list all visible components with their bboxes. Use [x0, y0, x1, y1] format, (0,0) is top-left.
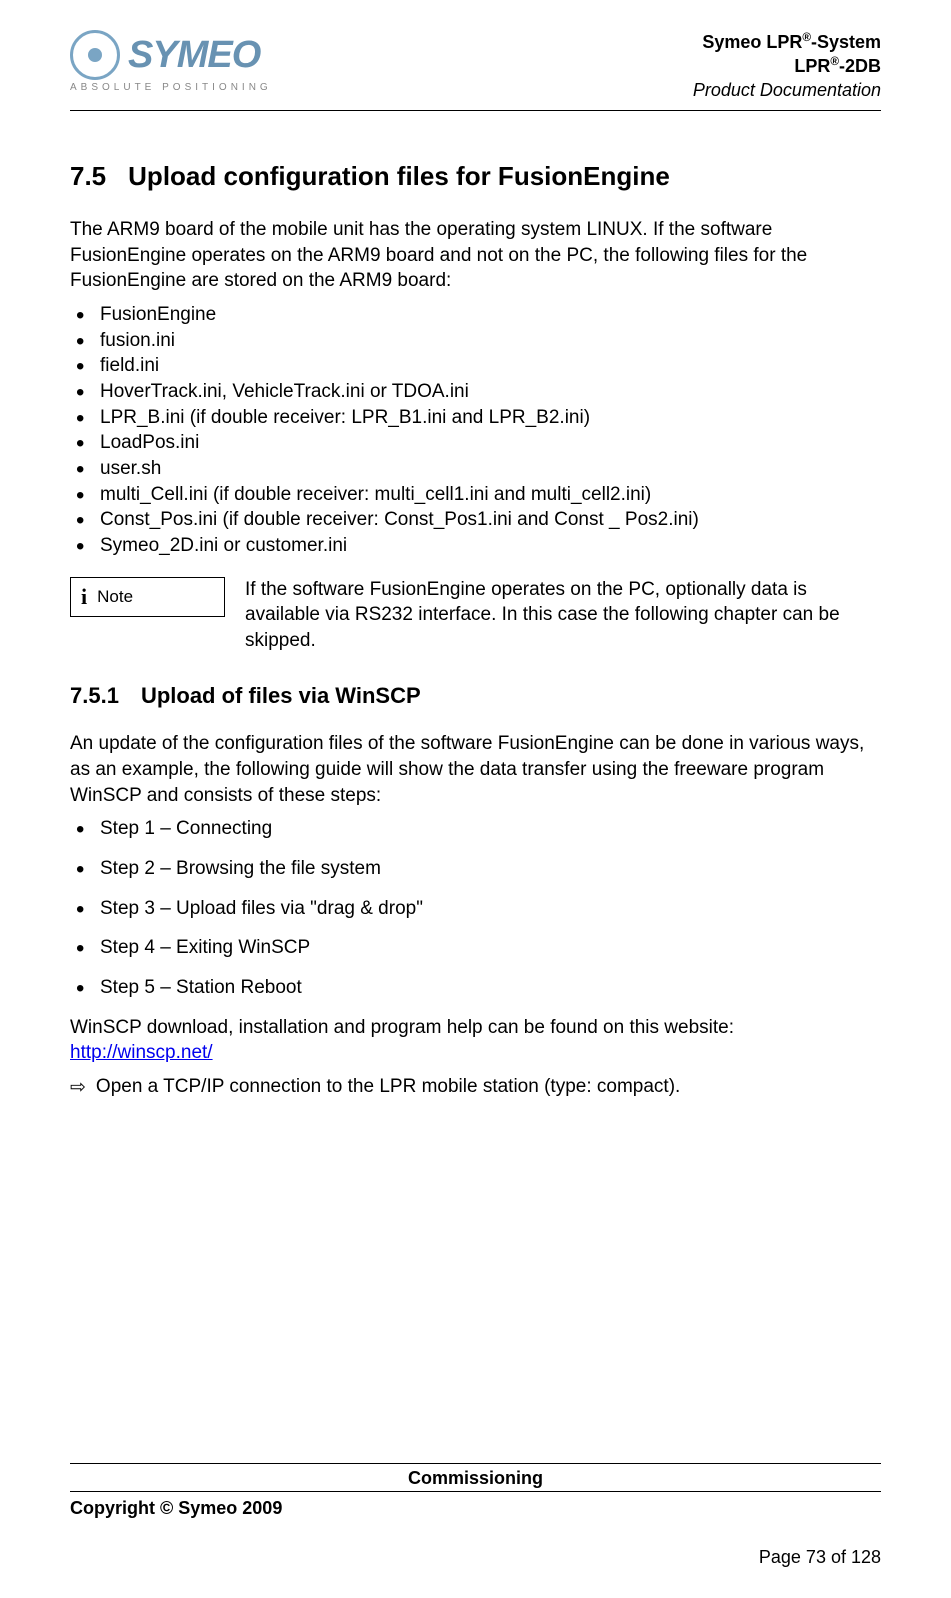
hdr-line1a: Symeo LPR [702, 32, 802, 52]
download-text: WinSCP download, installation and progra… [70, 1015, 881, 1066]
instruction-line: ⇨ Open a TCP/IP connection to the LPR mo… [70, 1076, 881, 1099]
section-intro: The ARM9 board of the mobile unit has th… [70, 217, 881, 294]
list-item: HoverTrack.ini, VehicleTrack.ini or TDOA… [70, 379, 881, 405]
list-item: Step 5 – Station Reboot [70, 975, 881, 1001]
logo-tagline: ABSOLUTE POSITIONING [70, 82, 272, 93]
list-item: fusion.ini [70, 328, 881, 354]
footer-copyright: Copyright © Symeo 2009 [70, 1498, 881, 1519]
hdr-line2b: -2DB [839, 56, 881, 76]
logo-icon [70, 30, 120, 80]
logo-block: SYMEO ABSOLUTE POSITIONING [70, 30, 272, 93]
info-icon: i [81, 584, 87, 610]
note-text: If the software FusionEngine operates on… [245, 577, 881, 654]
section-heading: 7.5 Upload configuration files for Fusion… [70, 161, 881, 192]
logo-text: SYMEO [128, 34, 260, 77]
list-item: Symeo_2D.ini or customer.ini [70, 533, 881, 559]
list-item: LoadPos.ini [70, 430, 881, 456]
note-block: i Note If the software FusionEngine oper… [70, 577, 881, 654]
hdr-line3: Product Documentation [693, 79, 881, 102]
hdr-line2a: LPR [794, 56, 830, 76]
list-item: user.sh [70, 456, 881, 482]
list-item: LPR_B.ini (if double receiver: LPR_B1.in… [70, 405, 881, 431]
hdr-line1-sup: ® [802, 31, 811, 44]
list-item: FusionEngine [70, 302, 881, 328]
footer-section: Commissioning [70, 1463, 881, 1492]
subsection-heading: 7.5.1 Upload of files via WinSCP [70, 683, 881, 709]
header-title-block: Symeo LPR®-System LPR®-2DB Product Docum… [693, 30, 881, 102]
download-link[interactable]: http://winscp.net/ [70, 1042, 213, 1063]
hdr-line2-sup: ® [830, 55, 839, 68]
hdr-line1b: -System [811, 32, 881, 52]
list-item: Step 4 – Exiting WinSCP [70, 935, 881, 961]
subsection-title: Upload of files via WinSCP [141, 683, 421, 708]
page-header: SYMEO ABSOLUTE POSITIONING Symeo LPR®-Sy… [70, 30, 881, 111]
note-box: i Note [70, 577, 225, 617]
list-item: field.ini [70, 353, 881, 379]
subsection-intro: An update of the configuration files of … [70, 731, 881, 808]
section-title: Upload configuration files for FusionEng… [128, 161, 670, 191]
note-label: Note [97, 587, 133, 607]
subsection-number: 7.5.1 [70, 683, 119, 708]
download-label: WinSCP download, installation and progra… [70, 1017, 734, 1038]
page-footer: Commissioning Copyright © Symeo 2009 Pag… [70, 1463, 881, 1568]
footer-page-number: Page 73 of 128 [70, 1547, 881, 1568]
files-list: FusionEngine fusion.ini field.ini HoverT… [70, 302, 881, 558]
list-item: Const_Pos.ini (if double receiver: Const… [70, 507, 881, 533]
list-item: Step 3 – Upload files via "drag & drop" [70, 896, 881, 922]
section-number: 7.5 [70, 161, 106, 191]
instruction-text: Open a TCP/IP connection to the LPR mobi… [96, 1076, 680, 1099]
list-item: Step 1 – Connecting [70, 816, 881, 842]
list-item: Step 2 – Browsing the file system [70, 856, 881, 882]
arrow-icon: ⇨ [70, 1076, 86, 1099]
list-item: multi_Cell.ini (if double receiver: mult… [70, 482, 881, 508]
steps-list: Step 1 – Connecting Step 2 – Browsing th… [70, 816, 881, 1000]
